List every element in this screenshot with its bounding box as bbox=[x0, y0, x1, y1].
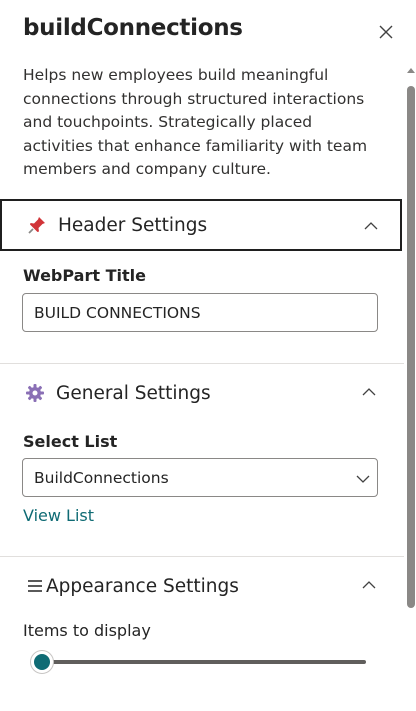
header-settings-toggle[interactable]: Header Settings bbox=[0, 199, 402, 251]
select-list-label: Select List bbox=[23, 432, 118, 451]
hamburger-icon bbox=[24, 575, 46, 597]
webpart-title-label: WebPart Title bbox=[23, 266, 146, 285]
general-settings-toggle[interactable]: General Settings bbox=[0, 367, 402, 419]
select-list-value: BuildConnections bbox=[34, 468, 169, 487]
appearance-settings-label: Appearance Settings bbox=[46, 575, 239, 597]
scrollbar-thumb[interactable] bbox=[407, 86, 415, 608]
scroll-up-arrow-icon[interactable] bbox=[406, 66, 416, 74]
chevron-down-icon bbox=[356, 475, 370, 483]
items-slider-track[interactable] bbox=[44, 660, 366, 664]
chevron-up-icon bbox=[362, 581, 376, 589]
chevron-up-icon bbox=[364, 222, 378, 230]
property-pane: buildConnections Helps new employees bui… bbox=[0, 0, 404, 711]
gear-icon bbox=[24, 382, 46, 404]
view-list-link[interactable]: View List bbox=[23, 506, 94, 525]
section-divider bbox=[0, 556, 404, 557]
pushpin-icon bbox=[26, 214, 48, 236]
pane-description: Helps new employees build meaningful con… bbox=[23, 66, 368, 178]
webpart-title-input[interactable]: BUILD CONNECTIONS bbox=[22, 293, 378, 332]
appearance-settings-toggle[interactable]: Appearance Settings bbox=[0, 560, 402, 612]
pane-title: buildConnections bbox=[23, 15, 243, 41]
close-icon[interactable] bbox=[374, 20, 398, 44]
scrollbar[interactable] bbox=[404, 60, 416, 711]
header-settings-label: Header Settings bbox=[58, 214, 208, 236]
webpart-title-value: BUILD CONNECTIONS bbox=[34, 303, 201, 322]
select-list-dropdown[interactable]: BuildConnections bbox=[22, 458, 378, 497]
items-to-display-label: Items to display bbox=[23, 621, 151, 640]
section-divider bbox=[0, 363, 404, 364]
chevron-up-icon bbox=[362, 388, 376, 396]
items-slider-thumb[interactable] bbox=[30, 650, 54, 674]
general-settings-label: General Settings bbox=[56, 382, 211, 404]
